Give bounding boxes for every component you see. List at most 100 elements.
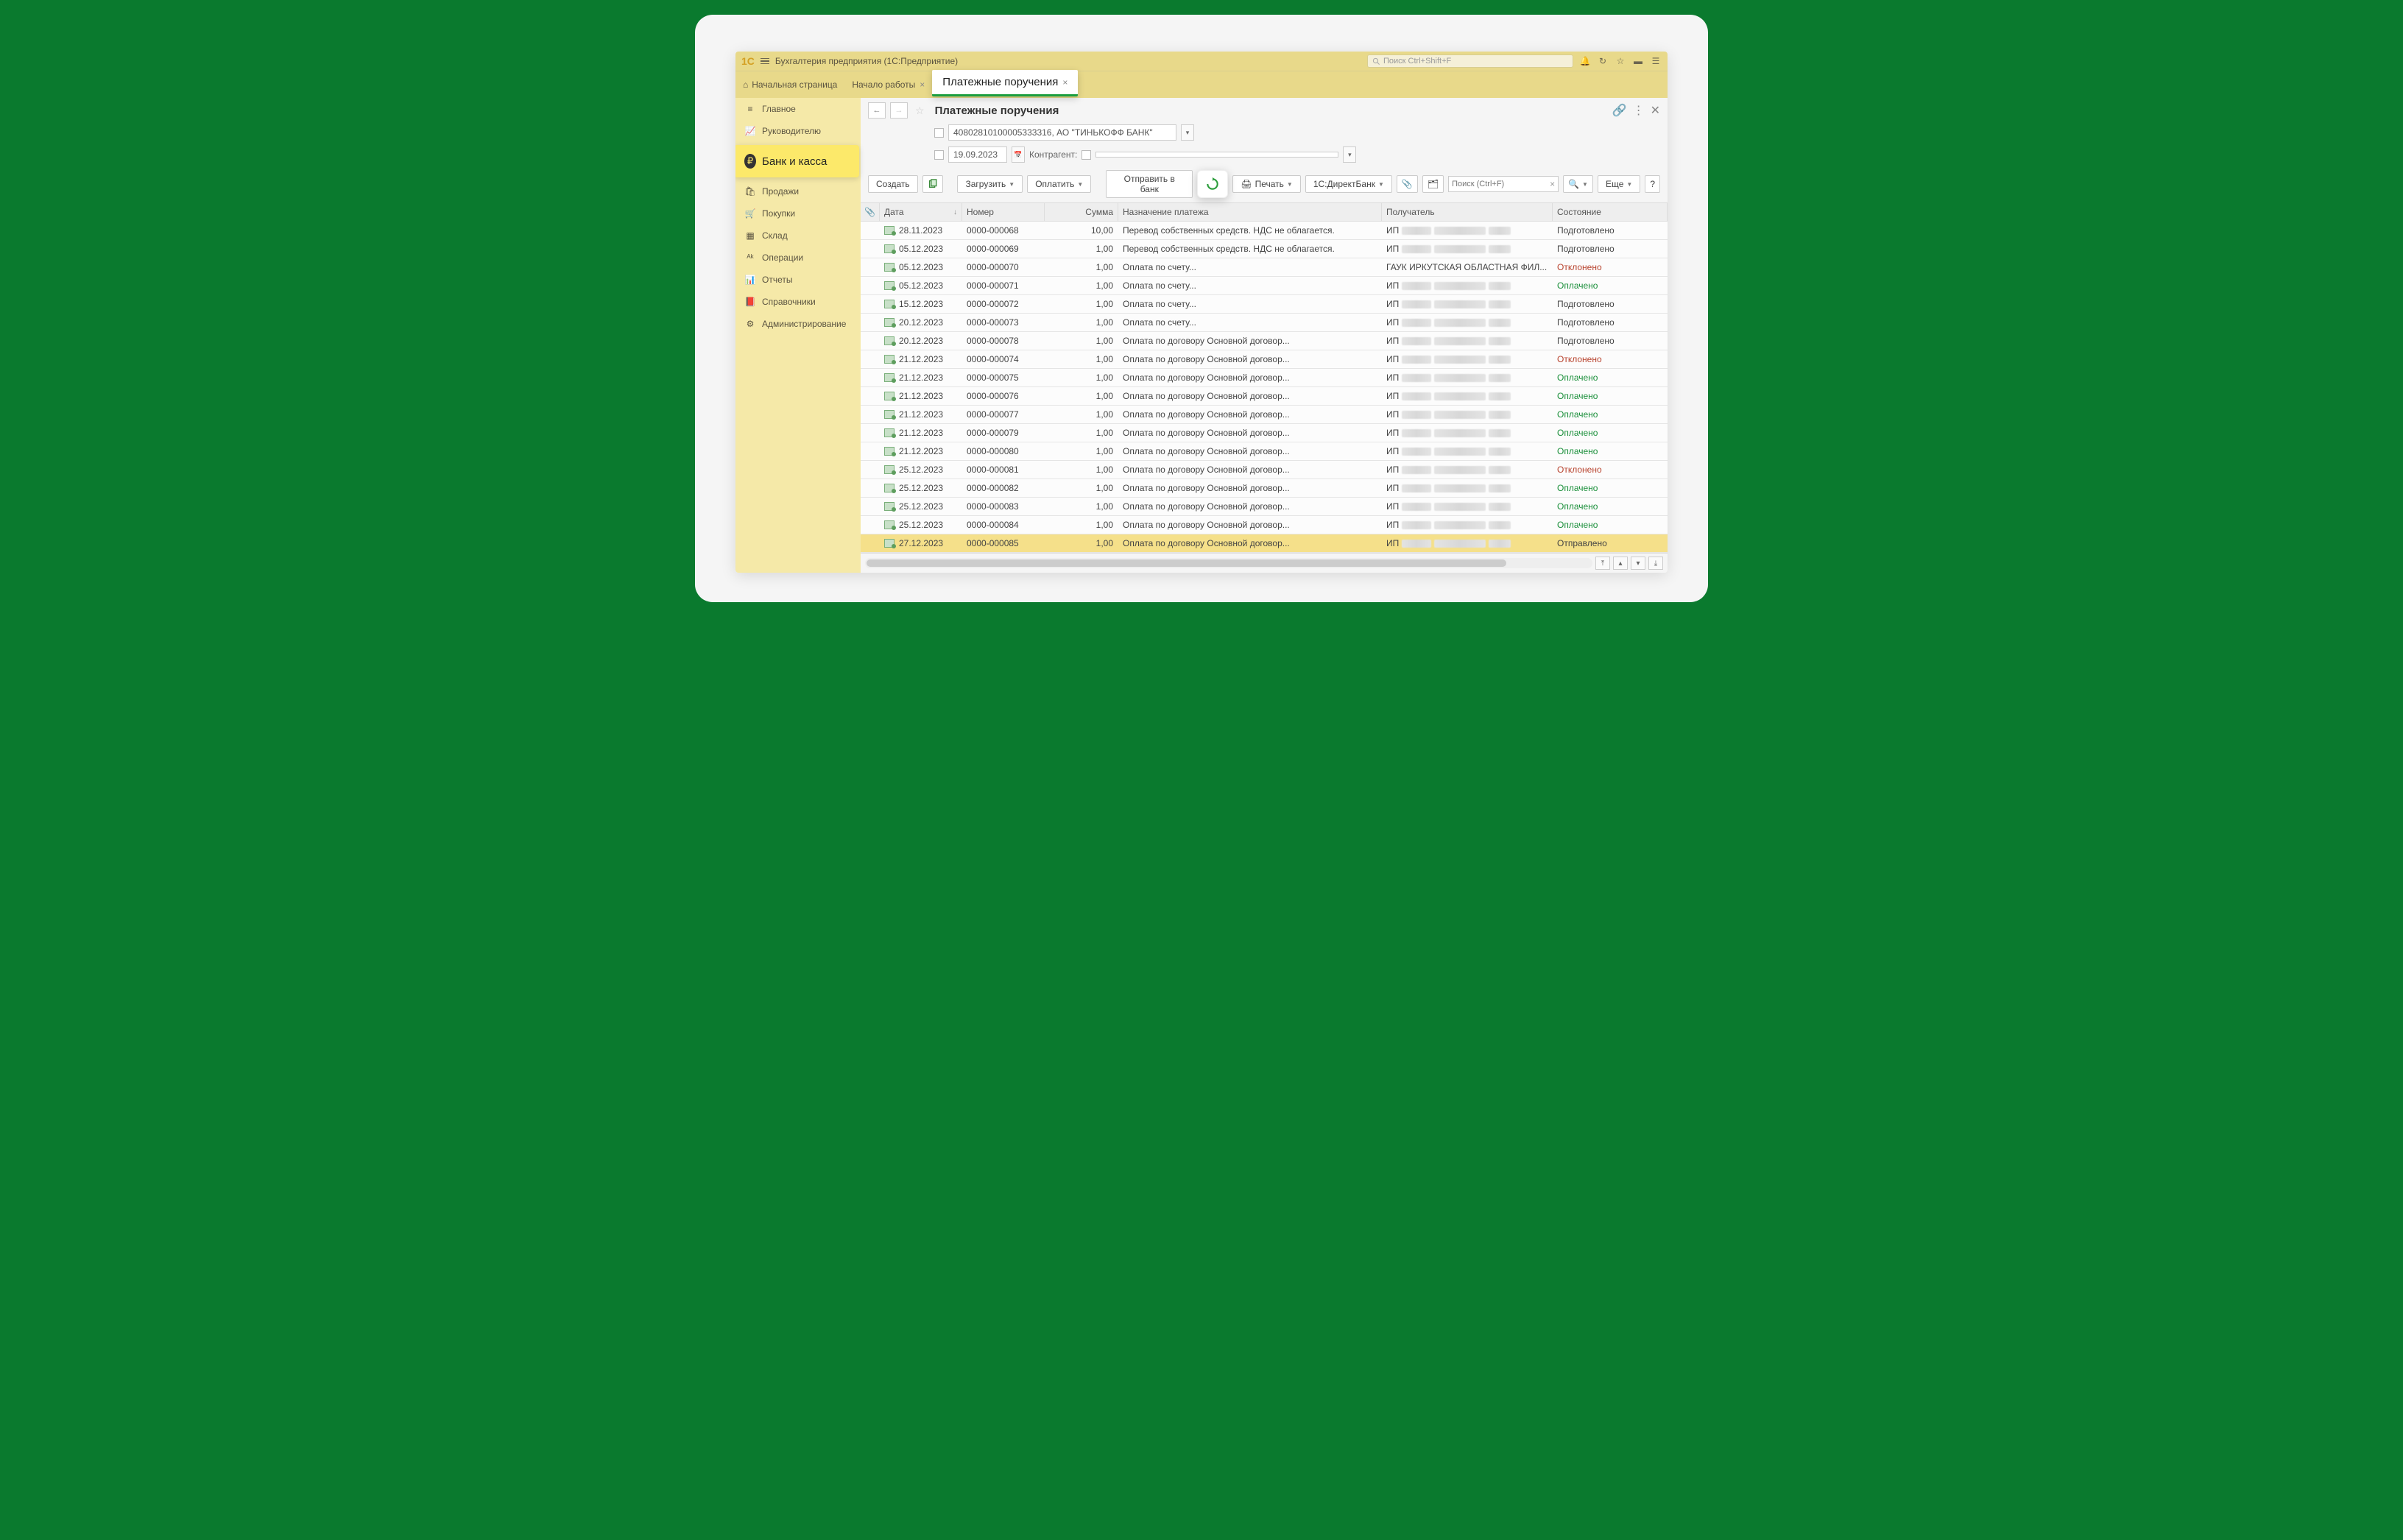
cell-number: 0000-000074 — [962, 350, 1045, 368]
table-row[interactable]: 20.12.2023 0000-000073 1,00 Оплата по сч… — [861, 314, 1668, 332]
link-icon[interactable]: 🔗 — [1612, 103, 1627, 118]
tab-home[interactable]: ⌂ Начальная страница — [735, 77, 844, 93]
table-row[interactable]: 21.12.2023 0000-000076 1,00 Оплата по до… — [861, 387, 1668, 406]
horizontal-scrollbar[interactable] — [865, 558, 1592, 568]
nav-back-button[interactable]: ← — [868, 102, 886, 119]
cell-status: Оплачено — [1553, 442, 1668, 460]
close-icon[interactable]: × — [920, 80, 925, 90]
table-row[interactable]: 05.12.2023 0000-000069 1,00 Перевод собс… — [861, 240, 1668, 258]
cell-sum: 1,00 — [1045, 369, 1118, 386]
table-row[interactable]: 28.11.2023 0000-000068 10,00 Перевод соб… — [861, 222, 1668, 240]
cell-desc: Оплата по счету... — [1118, 277, 1382, 294]
sidebar-item-boxes[interactable]: ▦Склад — [735, 225, 861, 247]
bell-icon[interactable]: 🔔 — [1579, 55, 1591, 67]
chart-icon: 📊 — [744, 275, 756, 285]
nav-down-icon[interactable]: ▾ — [1631, 557, 1645, 570]
table-row[interactable]: 25.12.2023 0000-000081 1,00 Оплата по до… — [861, 461, 1668, 479]
sidebar-item-menu[interactable]: ≡Главное — [735, 98, 861, 120]
chevron-down-icon[interactable]: ▾ — [1343, 146, 1356, 163]
table-row[interactable]: 20.12.2023 0000-000078 1,00 Оплата по до… — [861, 332, 1668, 350]
tab-start[interactable]: Начало работы × — [844, 77, 932, 93]
table-row[interactable]: 05.12.2023 0000-000071 1,00 Оплата по сч… — [861, 277, 1668, 295]
table-row[interactable]: 15.12.2023 0000-000072 1,00 Оплата по сч… — [861, 295, 1668, 314]
col-recipient[interactable]: Получатель — [1382, 203, 1553, 221]
chevron-down-icon[interactable]: ▾ — [1181, 124, 1194, 141]
search-header[interactable]: Поиск Ctrl+Shift+F — [1367, 54, 1573, 68]
search-menu-button[interactable]: 🔍▼ — [1563, 175, 1593, 193]
sidebar-item-cart[interactable]: 🛒Покупки — [735, 202, 861, 225]
cell-number: 0000-000075 — [962, 369, 1045, 386]
cell-desc: Оплата по договору Основной договор... — [1118, 332, 1382, 350]
col-attach[interactable]: 📎 — [861, 203, 880, 221]
table-row[interactable]: 21.12.2023 0000-000079 1,00 Оплата по до… — [861, 424, 1668, 442]
table-row[interactable]: 21.12.2023 0000-000075 1,00 Оплата по до… — [861, 369, 1668, 387]
user-icon[interactable]: ▬ — [1632, 55, 1644, 67]
more-button[interactable]: Еще▼ — [1598, 175, 1640, 193]
cell-date: 25.12.2023 — [880, 461, 962, 478]
nav-up-icon[interactable]: ▴ — [1613, 557, 1628, 570]
nav-first-icon[interactable]: ⤒ — [1595, 557, 1610, 570]
table-row[interactable]: 25.12.2023 0000-000084 1,00 Оплата по до… — [861, 516, 1668, 534]
refresh-button[interactable] — [1197, 170, 1228, 198]
checkbox-counterparty[interactable] — [1081, 150, 1091, 160]
table-row[interactable]: 25.12.2023 0000-000082 1,00 Оплата по до… — [861, 479, 1668, 498]
hamburger-icon[interactable] — [761, 58, 769, 65]
cell-number: 0000-000081 — [962, 461, 1045, 478]
table-row[interactable]: 21.12.2023 0000-000074 1,00 Оплата по до… — [861, 350, 1668, 369]
table-row[interactable]: 21.12.2023 0000-000080 1,00 Оплата по до… — [861, 442, 1668, 461]
bank-account-filter[interactable]: 40802810100005333316, АО "ТИНЬКОФФ БАНК" — [948, 124, 1176, 141]
close-icon[interactable]: × — [1062, 77, 1068, 88]
help-button[interactable]: ? — [1645, 175, 1660, 193]
counterparty-filter[interactable] — [1095, 152, 1338, 158]
table-row[interactable]: 21.12.2023 0000-000077 1,00 Оплата по до… — [861, 406, 1668, 424]
create-button[interactable]: Создать — [868, 175, 918, 193]
send-bank-button[interactable]: Отправить в банк — [1106, 170, 1193, 198]
tab-payments[interactable]: Платежные поручения × — [932, 70, 1078, 96]
sidebar-item-trend[interactable]: 📈Руководителю — [735, 120, 861, 142]
sidebar-item-chart[interactable]: 📊Отчеты — [735, 269, 861, 291]
col-sum[interactable]: Сумма — [1045, 203, 1118, 221]
toolbar-search-input[interactable] — [1452, 180, 1533, 188]
checkbox-bank[interactable] — [934, 128, 944, 138]
document-icon — [884, 373, 894, 382]
col-number[interactable]: Номер — [962, 203, 1045, 221]
history-icon[interactable]: ↻ — [1597, 55, 1609, 67]
related-button[interactable]: 🗂 — [1422, 175, 1444, 193]
cell-attach — [861, 387, 880, 405]
kebab-icon[interactable]: ⋮ — [1633, 103, 1645, 118]
checkbox-date[interactable] — [934, 150, 944, 160]
document-icon — [884, 447, 894, 456]
nav-fwd-button[interactable]: → — [890, 102, 908, 119]
close-icon[interactable]: ✕ — [1651, 103, 1660, 118]
directbank-button[interactable]: 1С:ДиректБанк▼ — [1305, 175, 1392, 193]
table-row[interactable]: 27.12.2023 0000-000085 1,00 Оплата по до… — [861, 534, 1668, 553]
menu-icon[interactable]: ☰ — [1650, 55, 1662, 67]
sidebar-item-bag[interactable]: 🛍Продажи — [735, 180, 861, 202]
star-icon[interactable]: ☆ — [1615, 55, 1626, 67]
table-row[interactable]: 25.12.2023 0000-000083 1,00 Оплата по до… — [861, 498, 1668, 516]
star-icon[interactable]: ☆ — [915, 105, 925, 117]
calendar-icon[interactable]: 📅 — [1012, 146, 1025, 163]
col-desc[interactable]: Назначение платежа — [1118, 203, 1382, 221]
clear-icon[interactable]: × — [1550, 179, 1555, 189]
cell-recipient: ИП — [1382, 387, 1553, 405]
attach-button[interactable]: 📎 — [1397, 175, 1418, 193]
upload-button[interactable]: Загрузить▼ — [957, 175, 1023, 193]
directbank-label: 1С:ДиректБанк — [1313, 179, 1375, 189]
cell-status: Подготовлено — [1553, 240, 1668, 258]
toolbar-search[interactable]: × — [1448, 176, 1559, 192]
col-status[interactable]: Состояние — [1553, 203, 1668, 221]
cell-date: 21.12.2023 — [880, 406, 962, 423]
sidebar-item-gear[interactable]: ⚙Администрирование — [735, 313, 861, 335]
sidebar-item-book[interactable]: 📕Справочники — [735, 291, 861, 313]
col-date[interactable]: Дата↓ — [880, 203, 962, 221]
sidebar-item-ops[interactable]: ᴬᵏОперации — [735, 247, 861, 269]
copy-button[interactable] — [922, 175, 943, 193]
date-filter[interactable]: 19.09.2023 — [948, 146, 1007, 163]
home-icon: ⌂ — [743, 80, 748, 90]
print-button[interactable]: 🖨Печать▼ — [1232, 175, 1300, 193]
pay-button[interactable]: Оплатить▼ — [1027, 175, 1091, 193]
table-row[interactable]: 05.12.2023 0000-000070 1,00 Оплата по сч… — [861, 258, 1668, 277]
nav-last-icon[interactable]: ⤓ — [1648, 557, 1663, 570]
sidebar-item-ruble[interactable]: ₽Банк и касса — [735, 145, 859, 177]
